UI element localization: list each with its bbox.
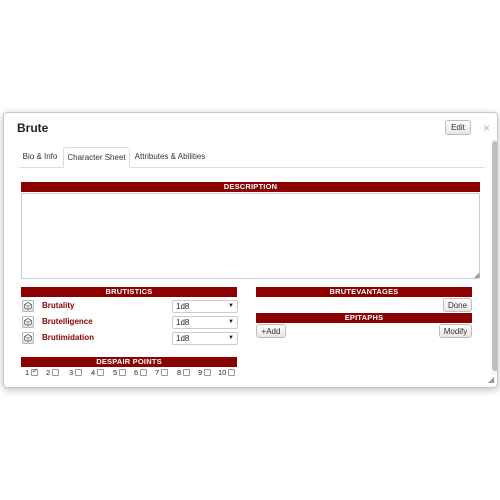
attribute-label: Brutality [42,301,75,310]
attribute-label: Brutelligence [42,317,93,326]
despair-point-checkbox[interactable] [161,369,168,376]
modify-button[interactable]: Modify [439,324,472,338]
tab-bio-info[interactable]: Bio & Info [19,147,61,167]
despair-point-checkbox[interactable] [52,369,59,376]
attribute-row-brutelligence: Brutelligence 1d8 ▼ [21,316,238,330]
dropdown-arrow-icon: ▼ [228,335,234,341]
despair-point-number: 9 [198,368,203,377]
despair-point-checkbox[interactable] [119,369,126,376]
despair-point-checkbox[interactable] [228,369,235,376]
select-value: 1d8 [176,318,190,327]
despair-point-checkbox[interactable] [183,369,190,376]
tab-character-sheet[interactable]: Character Sheet [63,147,130,168]
attribute-row-brutimidation: Brutimidation 1d8 ▼ [21,332,238,346]
despair-point-number: 3 [69,368,74,377]
tab-attributes-abilities[interactable]: Attributes & Abilities [133,147,207,167]
dice-icon[interactable] [22,332,34,344]
dialog-title: Brute [17,121,49,135]
brutimidation-die-select[interactable]: 1d8 ▼ [172,332,238,345]
despair-point-checkbox[interactable] [204,369,211,376]
add-epitaph-button[interactable]: +Add [256,324,286,338]
dialog-resize-icon[interactable]: ◢ [488,375,494,384]
resize-grip-icon[interactable]: ◢ [474,271,479,279]
dropdown-arrow-icon: ▼ [228,303,234,309]
despair-point-number: 1 [25,368,30,377]
select-value: 1d8 [176,334,190,343]
brutality-die-select[interactable]: 1d8 ▼ [172,300,238,313]
despair-point-checkbox[interactable] [31,367,38,376]
attribute-row-brutality: Brutality 1d8 ▼ [21,300,238,314]
dialog-scrollbar[interactable] [492,139,497,375]
despair-point-checkbox[interactable] [75,369,82,376]
despair-points-header: DESPAIR POINTS [21,357,237,367]
despair-point-number: 5 [113,368,118,377]
despair-point-number: 2 [46,368,51,377]
description-header: DESCRIPTION [21,182,480,192]
brutevantages-header: BRUTEVANTAGES [256,287,472,297]
dice-icon[interactable] [22,300,34,312]
dice-icon[interactable] [22,316,34,328]
character-sheet-dialog: Brute Edit × Bio & Info Character Sheet … [3,112,498,388]
tab-bar: Bio & Info Character Sheet Attributes & … [19,147,485,168]
despair-point-number: 6 [134,368,139,377]
description-textarea[interactable] [21,193,480,279]
done-button[interactable]: Done [443,298,472,312]
despair-point-number: 7 [155,368,160,377]
epitaphs-header: EPITAPHS [256,313,472,323]
brutistics-header: BRUTISTICS [21,287,237,297]
attribute-label: Brutimidation [42,333,94,342]
brutelligence-die-select[interactable]: 1d8 ▼ [172,316,238,329]
despair-point-number: 8 [177,368,182,377]
scrollbar-thumb[interactable] [492,141,497,371]
select-value: 1d8 [176,302,190,311]
close-icon[interactable]: × [483,121,490,135]
despair-point-checkbox[interactable] [97,369,104,376]
despair-point-number: 10 [218,368,227,377]
edit-button[interactable]: Edit [445,120,471,135]
dropdown-arrow-icon: ▼ [228,319,234,325]
despair-point-number: 4 [91,368,96,377]
despair-point-checkbox[interactable] [140,369,147,376]
